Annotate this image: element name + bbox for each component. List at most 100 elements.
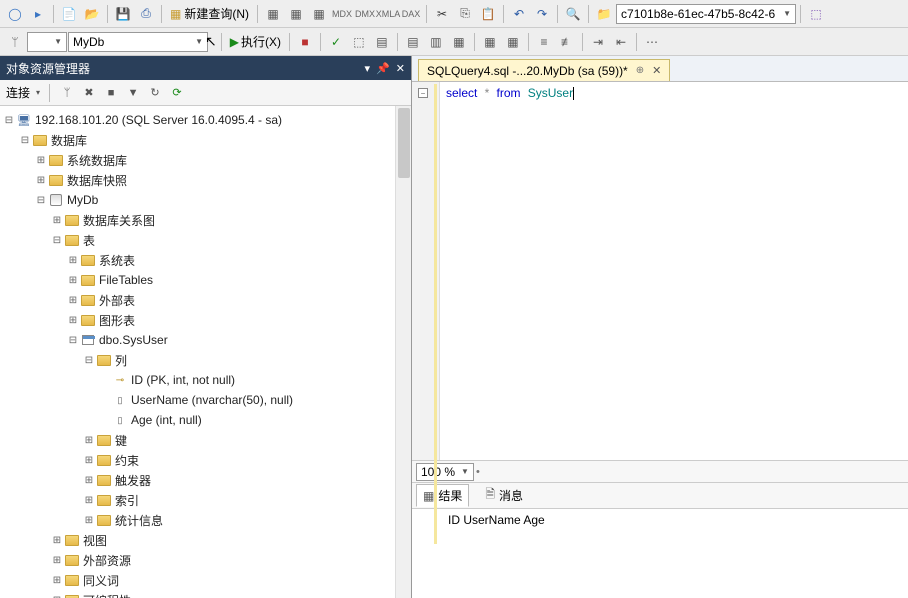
options-button-1[interactable]: ⬚ [348,31,370,53]
tree-graph-node[interactable]: ⊞ 图形表 [0,310,411,330]
tree-scrollbar[interactable] [395,106,411,598]
expand-icon[interactable]: ⊞ [82,435,96,446]
tab-pin-icon[interactable]: ⊕ [636,65,644,76]
filter-icon[interactable]: ▼ [125,85,141,101]
folder-button[interactable]: 📁 [593,3,615,25]
tree-external-node[interactable]: ⊞ 外部表 [0,290,411,310]
display-button-1[interactable]: ▤ [402,31,424,53]
dax-button[interactable]: DAX [400,3,422,25]
outline-collapse-icon[interactable]: − [418,88,428,98]
expand-icon[interactable]: ⊞ [82,495,96,506]
expand-icon[interactable]: ⊞ [50,555,64,566]
tree-diagrams-node[interactable]: ⊞ 数据库关系图 [0,210,411,230]
save-button[interactable]: 💾 [112,3,134,25]
connect-icon[interactable]: ᛘ [59,85,75,101]
paste-button[interactable]: 📋 [477,3,499,25]
copy-button[interactable]: ⎘ [454,3,476,25]
results-tab[interactable]: ▦ 结果 [416,484,469,507]
tree-synonyms-node[interactable]: ⊞ 同义词 [0,570,411,590]
display-button-3[interactable]: ▦ [448,31,470,53]
dmx-button[interactable]: DMX [354,3,376,25]
open-file-button[interactable]: 📂 [81,3,103,25]
save-all-button[interactable]: ⎙ [135,3,157,25]
close-icon[interactable]: ✕ [396,62,405,75]
tree-columns-node[interactable]: ⊟ 列 [0,350,411,370]
tree-col-id-node[interactable]: ⊸ ID (PK, int, not null) [0,370,411,390]
code-area[interactable]: select * from SysUser [440,82,908,460]
stop-button[interactable]: ■ [294,31,316,53]
collapse-icon[interactable]: ⊟ [66,335,80,346]
editor-tab[interactable]: SQLQuery4.sql -...20.MyDb (sa (59))* ⊕ ✕ [418,59,670,81]
tree-sysuser-table-node[interactable]: ⊟ dbo.SysUser [0,330,411,350]
display-button-2[interactable]: ▥ [425,31,447,53]
tree-indexes-node[interactable]: ⊞ 索引 [0,490,411,510]
tree-systables-node[interactable]: ⊞ 系统表 [0,250,411,270]
grid-button-2[interactable]: ▦ [502,31,524,53]
redo-button[interactable]: ↷ [531,3,553,25]
refresh-icon[interactable]: ↻ [147,85,163,101]
activity-icon[interactable]: ⟳ [169,85,185,101]
tree-filetables-node[interactable]: ⊞ FileTables [0,270,411,290]
expand-icon[interactable]: ⊞ [50,215,64,226]
indent-button[interactable]: ⇥ [587,31,609,53]
expand-icon[interactable]: ⊞ [34,155,48,166]
parse-button[interactable]: ✓ [325,31,347,53]
expand-icon[interactable]: ⊞ [82,515,96,526]
new-query-button[interactable]: ▦ 新建查询(N) [166,5,253,22]
expand-icon[interactable]: ⊞ [82,455,96,466]
xmla-button[interactable]: XMLA [377,3,399,25]
tree-programmability-node[interactable]: ⊞ 可编程性 [0,590,411,598]
messages-tab[interactable]: 🗎 消息 [479,483,529,508]
results-grid[interactable]: ID UserName Age [412,508,908,598]
tree-col-age-node[interactable]: ▯ Age (int, null) [0,410,411,430]
panel-menu-icon[interactable]: ▾ [365,62,371,75]
mdx-button[interactable]: MDX [331,3,353,25]
collapse-icon[interactable]: ⊟ [2,115,16,126]
sql-editor[interactable]: − select * from SysUser [412,82,908,460]
connect-label[interactable]: 连接 [6,84,30,101]
misc-button[interactable]: ⋯ [641,31,663,53]
tree-tables-node[interactable]: ⊟ 表 [0,230,411,250]
analysis-button-3[interactable]: ▦ [308,3,330,25]
expand-icon[interactable]: ⊞ [66,295,80,306]
tree-triggers-node[interactable]: ⊞ 触发器 [0,470,411,490]
object-tree[interactable]: ⊟ 🖥 192.168.101.20 (SQL Server 16.0.4095… [0,106,411,598]
expand-icon[interactable]: ⊞ [66,315,80,326]
tree-constraints-node[interactable]: ⊞ 约束 [0,450,411,470]
connect-button[interactable]: ᛘ [4,31,26,53]
small-combo[interactable]: ▼ [27,32,67,52]
tree-views-node[interactable]: ⊞ 视图 [0,530,411,550]
undo-button[interactable]: ↶ [508,3,530,25]
nav-fwd-button[interactable]: ▸ [27,3,49,25]
collapse-icon[interactable]: ⊟ [82,355,96,366]
zoom-combo[interactable]: 100 % ▼ [416,463,474,481]
expand-icon[interactable]: ⊞ [66,275,80,286]
comment-button[interactable]: ≡ [533,31,555,53]
analysis-button-2[interactable]: ▦ [285,3,307,25]
id-combo[interactable]: c7101b8e-61ec-47b5-8c42-6 ▼ [616,4,796,24]
grid-button-1[interactable]: ▦ [479,31,501,53]
extension-button[interactable]: ⬚ [805,3,827,25]
tree-col-username-node[interactable]: ▯ UserName (nvarchar(50), null) [0,390,411,410]
tree-server-node[interactable]: ⊟ 🖥 192.168.101.20 (SQL Server 16.0.4095… [0,110,411,130]
database-combo[interactable]: MyDb ▼ [68,32,208,52]
collapse-icon[interactable]: ⊟ [50,235,64,246]
uncomment-button[interactable]: ≢ [556,31,578,53]
expand-icon[interactable]: ⊞ [66,255,80,266]
tree-keys-node[interactable]: ⊞ 键 [0,430,411,450]
tree-extres-node[interactable]: ⊞ 外部资源 [0,550,411,570]
expand-icon[interactable]: ⊞ [82,475,96,486]
disconnect-icon[interactable]: ✖ [81,85,97,101]
expand-icon[interactable]: ⊞ [50,595,64,598]
stop-connect-icon[interactable]: ■ [103,85,119,101]
expand-icon[interactable]: ⊞ [50,535,64,546]
find-button[interactable]: 🔍 [562,3,584,25]
outdent-button[interactable]: ⇤ [610,31,632,53]
tree-databases-node[interactable]: ⊟ 数据库 [0,130,411,150]
execute-button[interactable]: ▶ 执行(X) [226,33,285,50]
analysis-button-1[interactable]: ▦ [262,3,284,25]
new-file-button[interactable]: 📄 [58,3,80,25]
tab-close-icon[interactable]: ✕ [652,64,661,77]
collapse-icon[interactable]: ⊟ [34,195,48,206]
tree-mydb-node[interactable]: ⊟ MyDb [0,190,411,210]
